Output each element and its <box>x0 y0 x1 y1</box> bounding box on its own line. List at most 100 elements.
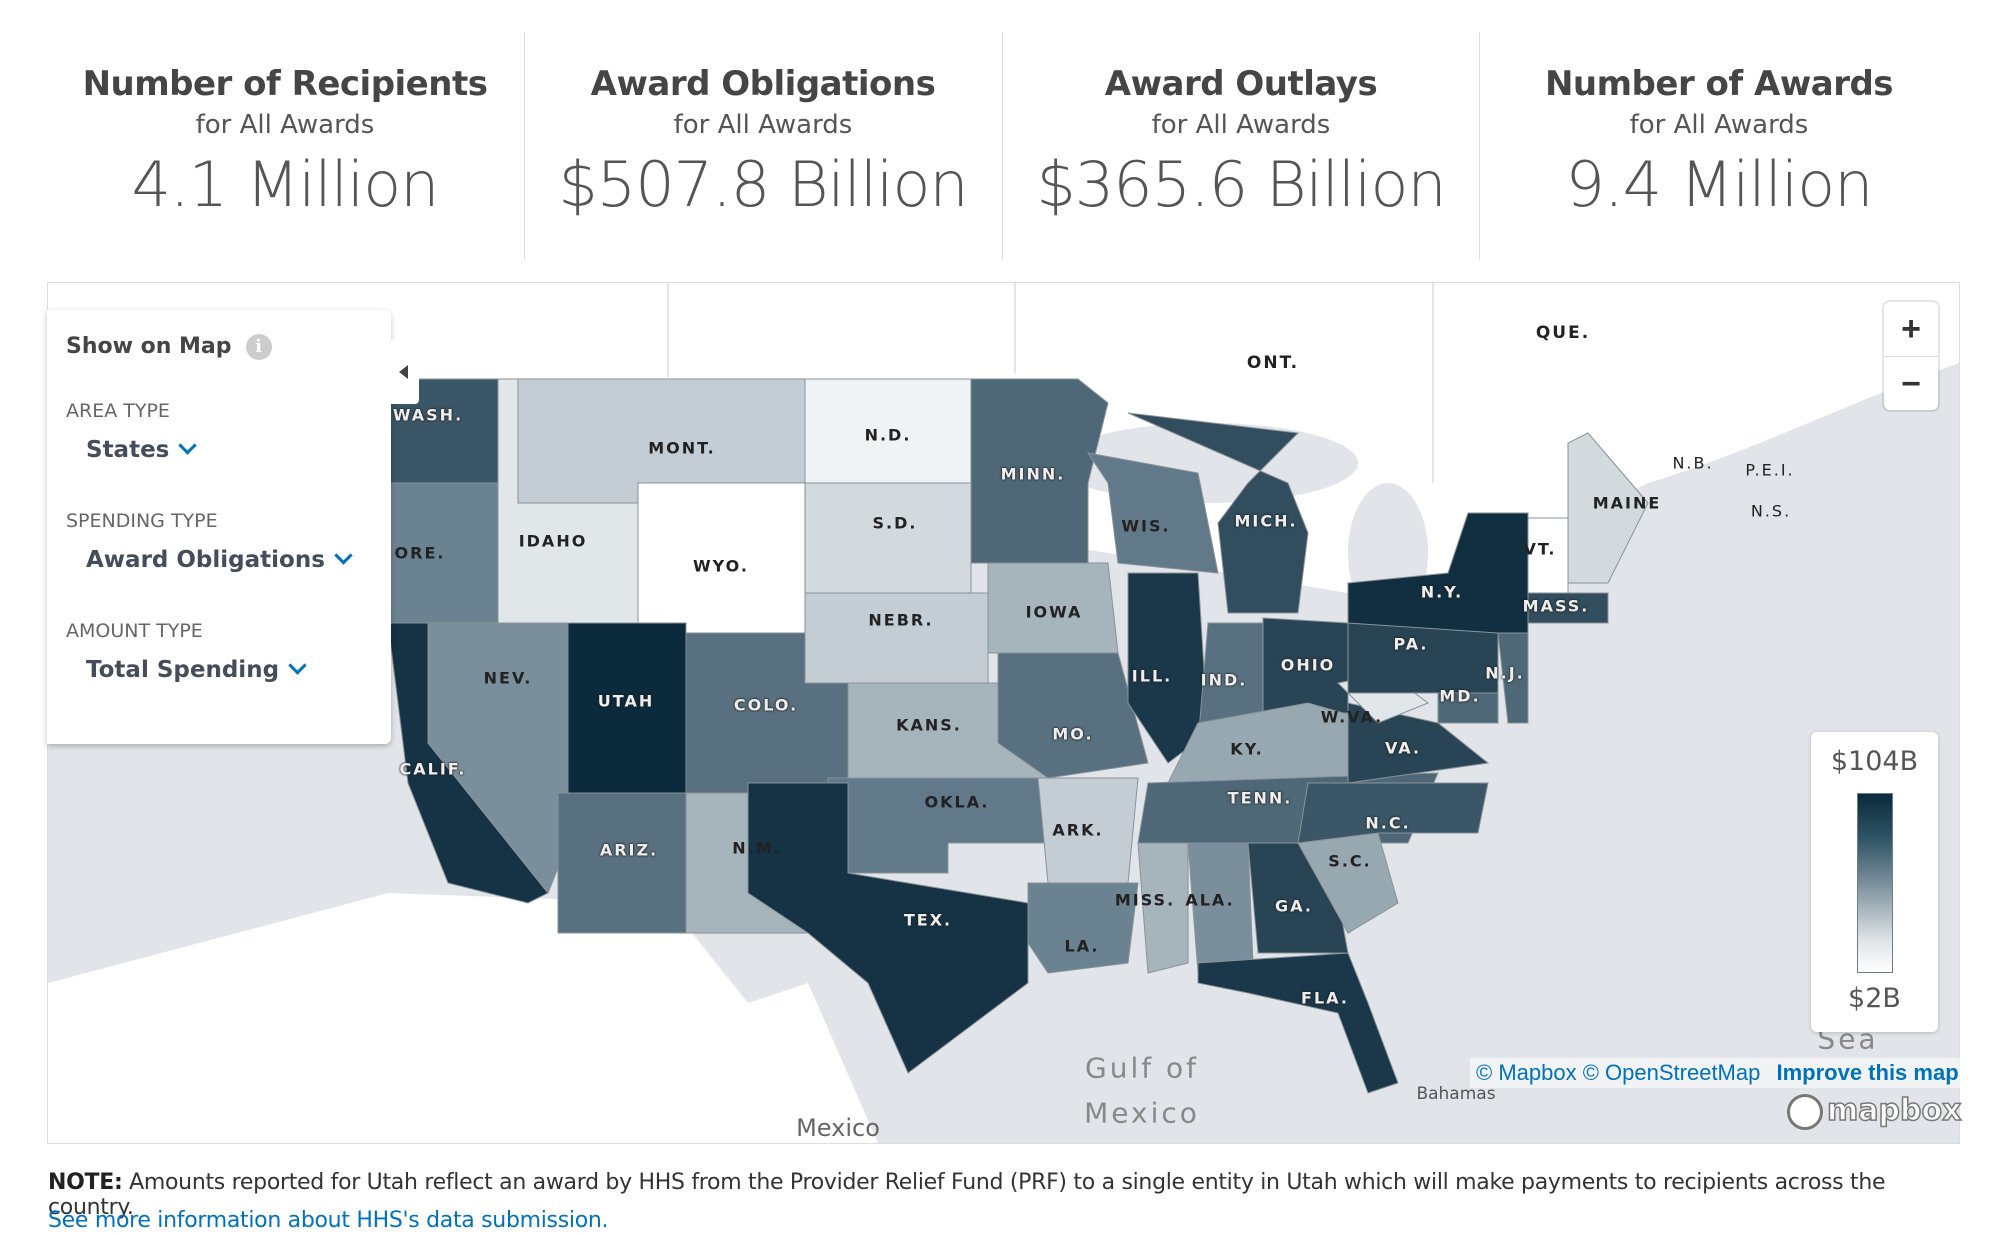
summary-stats: Number of Recipients for All Awards 4.1 … <box>0 0 1993 262</box>
state-label: MICH. <box>1234 511 1298 531</box>
stat-title: Award Outlays <box>1104 64 1378 104</box>
state-label: MINN. <box>1000 464 1066 484</box>
stat-value: 4.1 Million <box>131 148 440 221</box>
mapbox-logo-text: mapbox <box>1826 1092 1962 1129</box>
state-label: VA. <box>1384 738 1422 758</box>
stat-title: Number of Awards <box>1544 64 1894 104</box>
state-label: TEX. <box>903 910 953 930</box>
stat-subtitle: for All Awards <box>1629 110 1809 140</box>
state-label: ILL. <box>1131 666 1173 686</box>
map-label-gulf: Gulf of <box>1085 1051 1199 1085</box>
map-label-nb: N.B. <box>1672 453 1714 473</box>
state-label: PA. <box>1393 634 1429 654</box>
state-label: MO. <box>1052 724 1094 744</box>
state-label: WIS. <box>1121 516 1171 536</box>
area-type-label: AREA TYPE <box>66 400 170 422</box>
stat-outlays: Award Outlays for All Awards $365.6 Bill… <box>1002 32 1480 262</box>
note-label: NOTE: <box>48 1170 123 1195</box>
state-sd[interactable] <box>804 482 972 594</box>
state-label: KANS. <box>896 715 962 735</box>
mapbox-logo-icon <box>1787 1093 1823 1130</box>
stat-value: 9.4 Million <box>1565 148 1874 221</box>
state-mo[interactable] <box>997 652 1149 779</box>
mapbox-logo[interactable]: mapbox <box>1787 1092 1962 1130</box>
stat-obligations: Award Obligations for All Awards $507.8 … <box>524 32 1002 262</box>
state-label: KY. <box>1230 739 1264 759</box>
state-label: IND. <box>1200 670 1248 690</box>
amount-type-value: Total Spending <box>86 657 280 683</box>
state-label: NEV. <box>483 668 533 688</box>
map-label-gulf: Mexico <box>1084 1096 1200 1130</box>
state-label: COLO. <box>733 695 799 715</box>
zoom-controls: + − <box>1884 302 1938 410</box>
panel-title: Show on Map i <box>66 334 272 360</box>
collapse-panel-button[interactable] <box>391 340 419 404</box>
legend-gradient <box>1856 793 1893 973</box>
state-pa[interactable] <box>1347 622 1499 694</box>
state-label: W.VA. <box>1320 707 1384 727</box>
state-label: MAINE <box>1592 493 1662 513</box>
stat-value: $365.6 Billion <box>1036 148 1446 221</box>
state-label: OKLA. <box>924 792 990 812</box>
chevron-down-icon <box>288 656 307 675</box>
amount-type-dropdown[interactable]: Total Spending <box>86 656 307 683</box>
state-label: S.D. <box>872 513 918 533</box>
stat-title: Number of Recipients <box>82 64 488 104</box>
state-label: UTAH <box>597 691 655 711</box>
state-label: S.C. <box>1328 851 1372 871</box>
stat-subtitle: for All Awards <box>673 110 853 140</box>
area-type-dropdown[interactable]: States <box>86 436 198 463</box>
state-label: ORE. <box>394 543 446 563</box>
map-attribution: © Mapbox © OpenStreetMap Improve this ma… <box>1470 1058 1965 1088</box>
state-label: N.D. <box>864 425 912 445</box>
state-fla[interactable] <box>1197 952 1399 1094</box>
state-label: OHIO <box>1280 655 1336 675</box>
state-label: LA. <box>1064 936 1100 956</box>
state-label: MONT. <box>648 438 716 458</box>
stat-subtitle: for All Awards <box>1151 110 1331 140</box>
state-label: IDAHO <box>518 531 588 551</box>
chevron-down-icon <box>334 546 353 565</box>
stat-title: Award Obligations <box>590 64 936 104</box>
state-label: CALIF. <box>399 759 467 779</box>
osm-link[interactable]: © OpenStreetMap <box>1583 1060 1761 1085</box>
stat-subtitle: for All Awards <box>195 110 375 140</box>
state-label: N.J. <box>1485 663 1525 683</box>
map-label-ns: N.S. <box>1750 501 1792 521</box>
state-label: ARK. <box>1052 820 1104 840</box>
state-label: VT. <box>1523 539 1557 559</box>
map-label-que: QUE. <box>1535 323 1591 343</box>
state-label: ARIZ. <box>599 840 659 860</box>
stat-awards: Number of Awards for All Awards 9.4 Mill… <box>1480 32 1958 262</box>
state-label: WYO. <box>693 556 749 576</box>
state-label: MISS. <box>1114 890 1176 910</box>
state-label: N.M. <box>732 838 782 858</box>
zoom-in-button[interactable]: + <box>1884 302 1938 356</box>
spending-type-value: Award Obligations <box>86 547 325 573</box>
info-icon[interactable]: i <box>245 334 272 360</box>
state-nebr[interactable] <box>804 592 989 684</box>
state-label: GA. <box>1275 896 1313 916</box>
area-type-value: States <box>86 437 170 463</box>
state-label: NEBR. <box>868 610 934 630</box>
map-label-mexico: Mexico <box>796 1114 880 1142</box>
state-label: N.C. <box>1365 813 1411 833</box>
state-label: MD. <box>1439 686 1481 706</box>
map-legend: $104B $2B <box>1811 732 1938 1032</box>
amount-type-label: AMOUNT TYPE <box>66 620 203 642</box>
stat-recipients: Number of Recipients for All Awards 4.1 … <box>46 32 524 262</box>
state-label: MASS. <box>1522 596 1590 616</box>
mapbox-link[interactable]: © Mapbox <box>1476 1060 1577 1085</box>
state-ariz[interactable] <box>557 792 687 934</box>
state-label: TENN. <box>1227 788 1293 808</box>
improve-map-link[interactable]: Improve this map <box>1776 1060 1958 1085</box>
state-label: N.Y. <box>1420 582 1464 602</box>
zoom-out-button[interactable]: − <box>1884 356 1938 411</box>
spending-type-dropdown[interactable]: Award Obligations <box>86 546 353 573</box>
chevron-down-icon <box>178 436 198 455</box>
legend-max: $104B <box>1830 746 1919 777</box>
state-label: ALA. <box>1185 890 1235 910</box>
hhs-data-submission-link[interactable]: See more information about HHS's data su… <box>48 1208 609 1233</box>
panel-title-text: Show on Map <box>66 334 232 359</box>
state-label: IOWA <box>1025 602 1083 622</box>
